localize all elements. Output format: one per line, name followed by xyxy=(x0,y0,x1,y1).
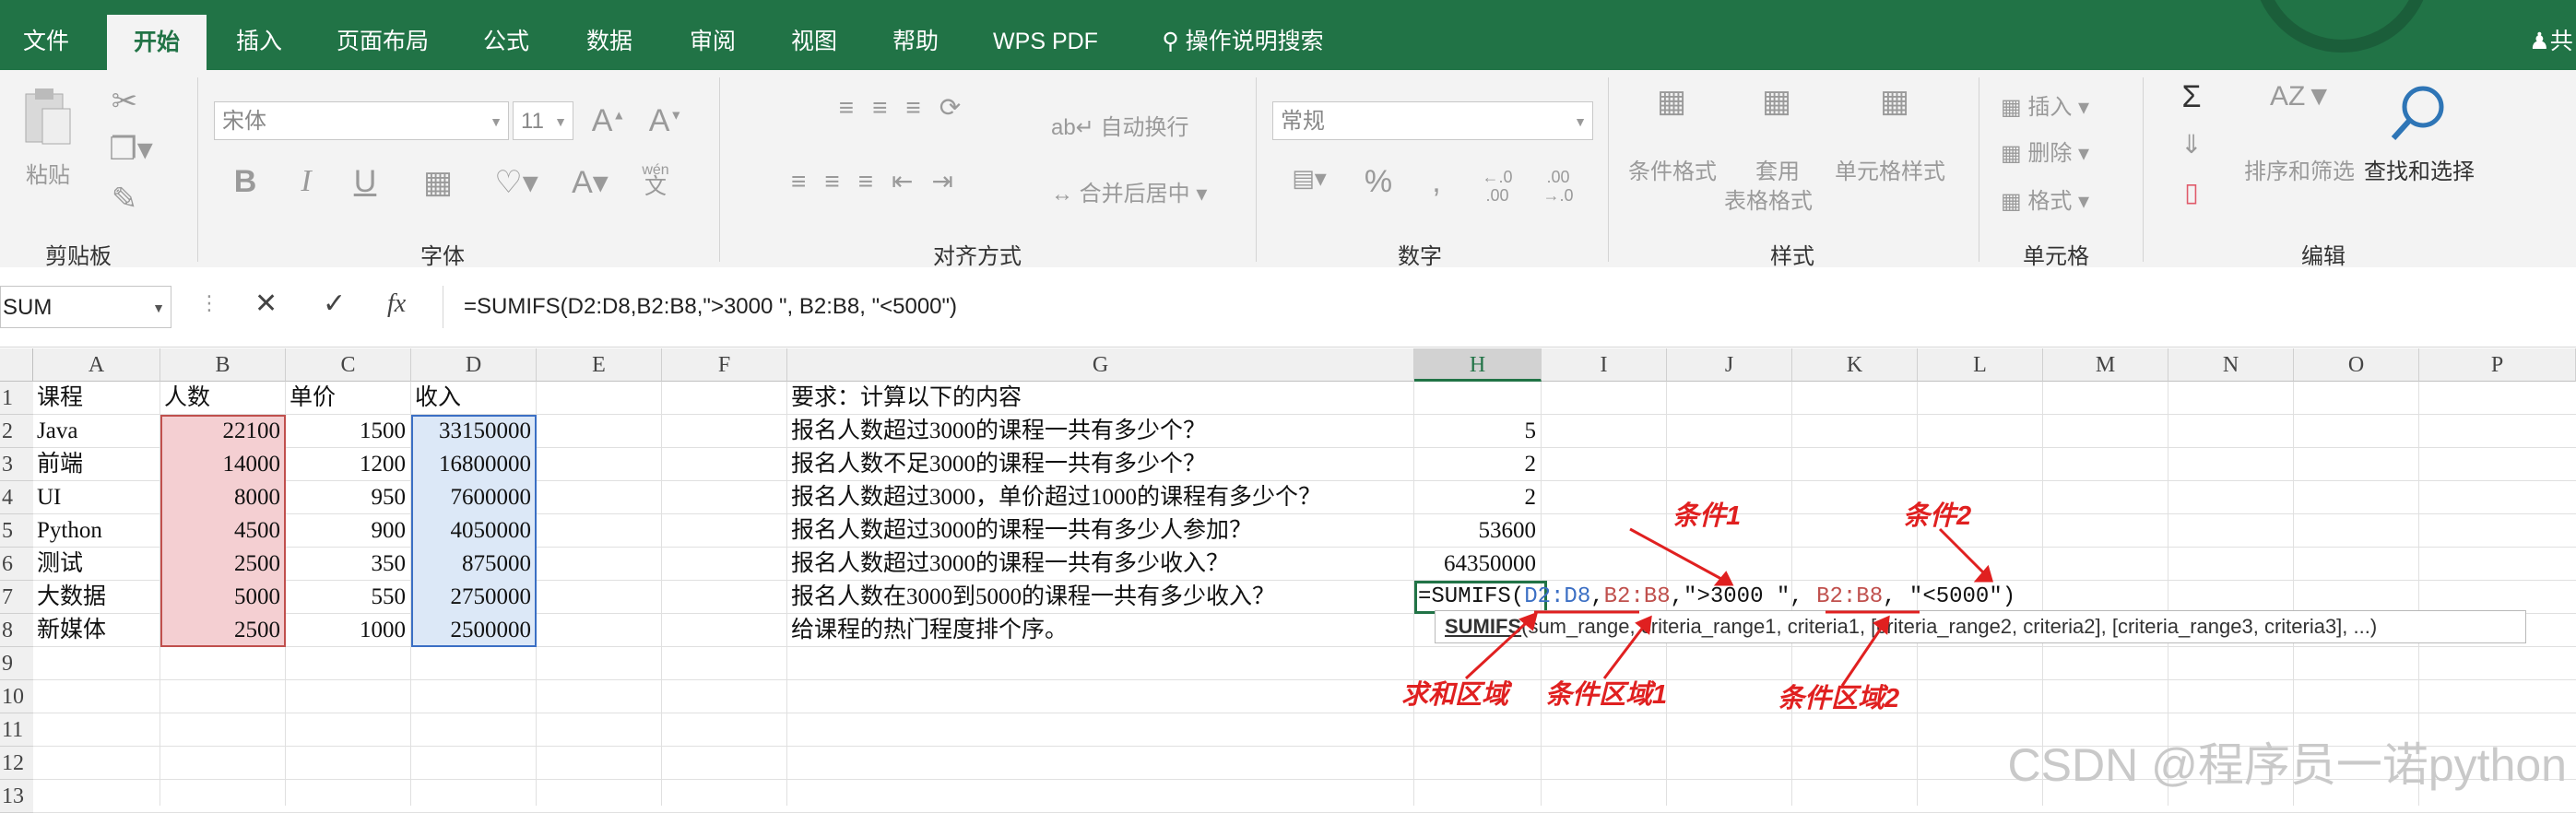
annotation-condition-2: 条件2 xyxy=(1903,501,1972,531)
annotation-arrows xyxy=(1464,527,1993,687)
annotation-criteria-range-1: 条件区域1 xyxy=(1545,680,1668,710)
watermark: CSDN @程序员一诺python xyxy=(2007,739,2567,791)
annotation-condition-1: 条件1 xyxy=(1672,501,1742,531)
annotation-criteria-range-2: 条件区域2 xyxy=(1778,684,1900,713)
annotation-sum-range: 求和区域 xyxy=(1401,680,1509,710)
